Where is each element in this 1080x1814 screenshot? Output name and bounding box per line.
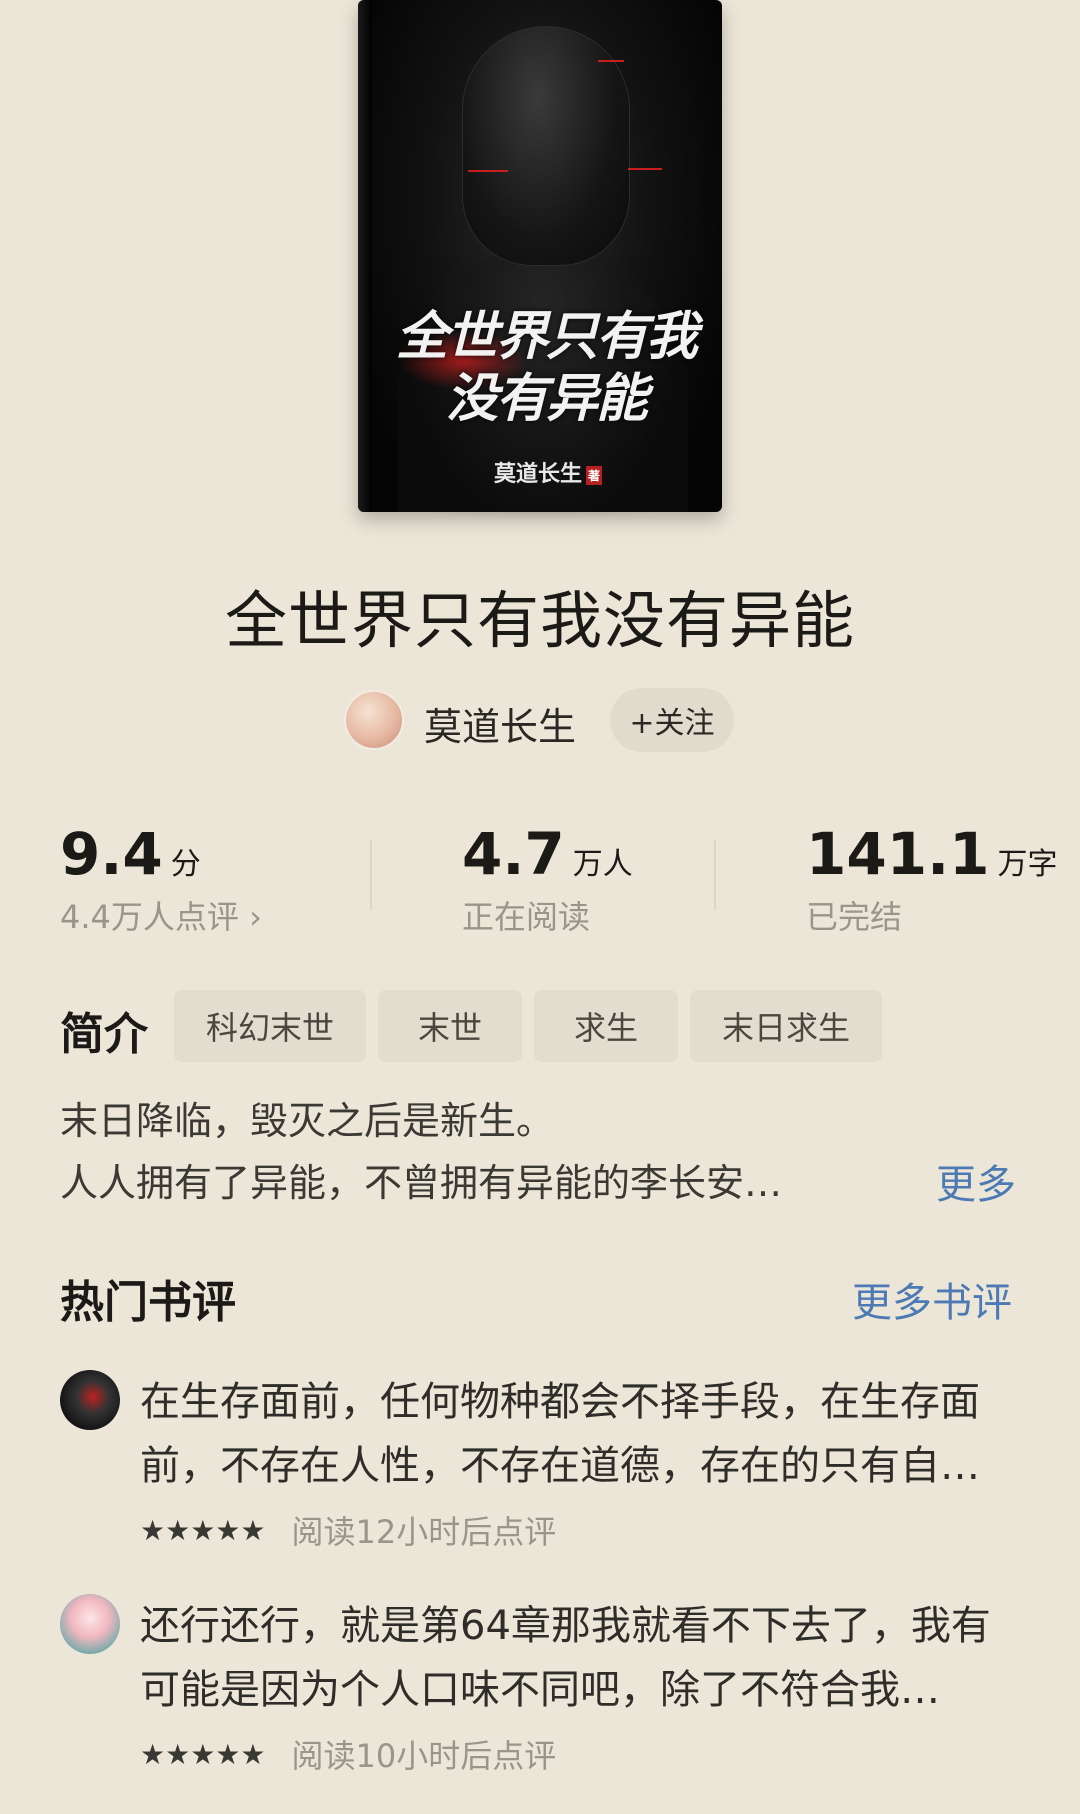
- stat-divider: [714, 840, 716, 910]
- readers-label: 正在阅读: [462, 898, 591, 936]
- cover-red-accent: [598, 60, 624, 62]
- review-item[interactable]: 还行还行，就是第64章那我就看不下去了，我有可能是因为个人口味不同吧，除了不符合…: [60, 1594, 1020, 1775]
- readers-unit: 万人: [572, 847, 633, 882]
- star-rating-icon: ★★★★★: [140, 1737, 266, 1771]
- tag-chip[interactable]: 科幻末世: [174, 990, 366, 1062]
- author-avatar[interactable]: [344, 690, 404, 750]
- follow-button[interactable]: +关注: [610, 688, 734, 752]
- intro-label: 简介: [60, 1009, 148, 1060]
- author-row: 莫道长生 +关注: [0, 688, 1080, 752]
- score-value: 9.4: [60, 820, 163, 888]
- score-review-count[interactable]: 4.4万人点评 ›: [60, 892, 262, 938]
- words-value: 141.1: [806, 820, 990, 888]
- review-info: 阅读12小时后点评: [291, 1513, 557, 1551]
- more-reviews-link[interactable]: 更多书评: [852, 1270, 1012, 1328]
- cover-title: 全世界只有我 没有异能: [395, 306, 698, 429]
- stat-divider: [370, 840, 372, 910]
- tag-chip[interactable]: 求生: [534, 990, 678, 1062]
- review-text: 在生存面前，任何物种都会不择手段，在生存面前，不存在人性，不存在道德，存在的只有…: [140, 1379, 980, 1489]
- reviewer-avatar[interactable]: [60, 1594, 120, 1654]
- cover-spine: [358, 0, 372, 512]
- intro-line: 末日降临，毁灭之后是新生。: [60, 1099, 555, 1143]
- intro-more-link[interactable]: 更多: [936, 1152, 1016, 1210]
- cover-red-accent: [468, 170, 508, 172]
- book-detail-page: 全世界只有我 没有异能 莫道长生著 全世界只有我没有异能 莫道长生 +关注 9.…: [0, 0, 1080, 1814]
- cover-figure-head: [462, 26, 630, 266]
- author-name[interactable]: 莫道长生: [424, 696, 576, 751]
- tag-chip[interactable]: 末日求生: [690, 990, 882, 1062]
- review-info: 阅读10小时后点评: [291, 1737, 557, 1775]
- star-rating-icon: ★★★★★: [140, 1513, 266, 1547]
- cover-red-accent: [628, 168, 662, 170]
- book-title: 全世界只有我没有异能: [224, 584, 855, 657]
- book-cover[interactable]: 全世界只有我 没有异能 莫道长生著: [358, 0, 722, 520]
- stat-words: 141.1 万字 已完结: [806, 820, 1057, 938]
- intro-header: 简介 科幻末世 末世 求生 末日求生: [60, 990, 1020, 1062]
- score-unit: 分: [170, 847, 201, 882]
- review-item[interactable]: 在生存面前，任何物种都会不择手段，在生存面前，不存在人性，不存在道德，存在的只有…: [60, 1370, 1020, 1551]
- stat-score[interactable]: 9.4 分 4.4万人点评 ›: [60, 820, 262, 938]
- cover-seal: 著: [586, 465, 603, 485]
- status-label: 已完结: [806, 898, 903, 936]
- review-meta: ★★★★★ 阅读10小时后点评: [140, 1734, 557, 1775]
- stats-bar: 9.4 分 4.4万人点评 › 4.7 万人 正在阅读 141.1 万字 已完结: [0, 820, 1080, 940]
- words-unit: 万字: [997, 847, 1058, 882]
- readers-value: 4.7: [462, 820, 565, 888]
- cover-image: 全世界只有我 没有异能 莫道长生著: [358, 0, 722, 512]
- reviews-title: 热门书评: [60, 1277, 236, 1328]
- review-text: 还行还行，就是第64章那我就看不下去了，我有可能是因为个人口味不同吧，除了不符合…: [140, 1603, 991, 1713]
- reviewer-avatar[interactable]: [60, 1370, 120, 1430]
- review-meta: ★★★★★ 阅读12小时后点评: [140, 1510, 557, 1551]
- tag-chip[interactable]: 末世: [378, 990, 522, 1062]
- cover-author: 莫道长生著: [493, 461, 603, 487]
- intro-line[interactable]: 人人拥有了异能，不曾拥有异能的李长安…: [60, 1152, 920, 1207]
- stat-readers: 4.7 万人 正在阅读: [462, 820, 633, 938]
